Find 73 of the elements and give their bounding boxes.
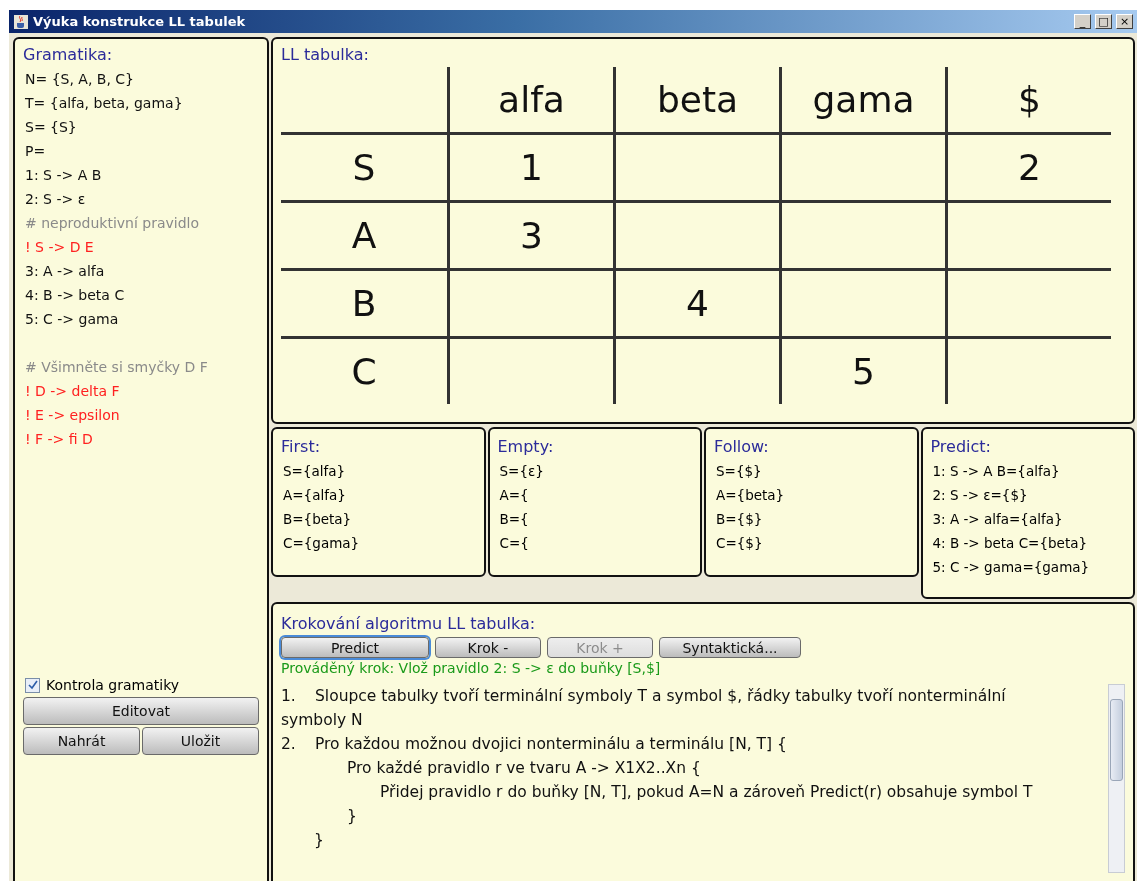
panel-title: Follow: bbox=[714, 437, 770, 456]
column-header: $ bbox=[945, 67, 1111, 132]
panel-title: Predict: bbox=[930, 437, 992, 456]
grammar-line: 2: S -> ε bbox=[24, 190, 87, 209]
grammar-error-rule: ! D -> delta F bbox=[24, 382, 121, 401]
grammar-line: 1: S -> A B bbox=[24, 166, 103, 185]
table-cell: 3 bbox=[447, 200, 613, 268]
grammar-error-rule: ! E -> epsilon bbox=[24, 406, 121, 425]
table-cell: 4 bbox=[613, 268, 779, 336]
set-line: S={ε} bbox=[498, 462, 545, 481]
set-line: 5: C -> gama={gama} bbox=[931, 558, 1091, 577]
set-line: S={$} bbox=[715, 462, 763, 481]
column-header: beta bbox=[613, 67, 779, 132]
step-button[interactable]: Syntaktická... bbox=[659, 637, 801, 658]
grammar-line: N= {S, A, B, C} bbox=[24, 70, 135, 89]
set-line: A={beta} bbox=[715, 486, 786, 505]
cup-icon bbox=[13, 13, 29, 30]
table-cell: 5 bbox=[779, 336, 945, 404]
column-header: gama bbox=[779, 67, 945, 132]
table-cell: 1 bbox=[447, 132, 613, 200]
row-header: B bbox=[281, 268, 447, 336]
set-line: B={ bbox=[498, 510, 530, 529]
panel-button[interactable]: Editovat bbox=[23, 697, 259, 725]
scrollbar[interactable] bbox=[1108, 684, 1125, 873]
grammar-line: 3: A -> alfa bbox=[24, 262, 106, 281]
closing-brace: } bbox=[346, 806, 358, 827]
set-line: B={$} bbox=[715, 510, 764, 529]
panel-title: LL tabulka: bbox=[281, 45, 370, 64]
set-line: A={ bbox=[498, 486, 530, 505]
checkbox[interactable] bbox=[25, 677, 40, 693]
grammar-error-rule: ! S -> D E bbox=[24, 238, 95, 257]
set-line: S={alfa} bbox=[282, 462, 347, 481]
maximize-button[interactable]: □ bbox=[1095, 14, 1112, 29]
grammar-line: S= {S} bbox=[24, 118, 78, 137]
minimize-button[interactable]: _ bbox=[1074, 14, 1091, 29]
set-line: B={beta} bbox=[282, 510, 353, 529]
grammar-line: T= {alfa, beta, gama} bbox=[24, 94, 184, 113]
grammar-comment: # Všimněte si smyčky D F bbox=[24, 358, 209, 377]
panel-button[interactable]: Uložit bbox=[142, 727, 259, 755]
close-button[interactable]: × bbox=[1116, 14, 1133, 29]
checkbox-label: Kontrola gramatiky bbox=[46, 677, 180, 693]
table-cell: 2 bbox=[945, 132, 1111, 200]
row-header: S bbox=[281, 132, 447, 200]
panel-title: First: bbox=[281, 437, 322, 456]
grammar-comment: # neproduktivní pravidlo bbox=[24, 214, 201, 233]
grammar-line: 4: B -> beta C bbox=[24, 286, 126, 305]
grammar-line: 5: C -> gama bbox=[24, 310, 120, 329]
step-text: 1. Sloupce tabulky tvoří terminální symboly T a symbol $, řádky tabulky tvoří nonterminální symboly N bbox=[281, 686, 1007, 731]
step-button[interactable]: Krok - bbox=[435, 637, 541, 658]
step-text: Přidej pravidlo r do buňky [N, T], pokud A=N a zároveň Predict(r) obsahuje symbol T bbox=[379, 782, 1034, 803]
grammar-line: P= bbox=[24, 142, 47, 161]
set-line: C={ bbox=[498, 534, 530, 553]
step-button[interactable]: Predict bbox=[281, 637, 429, 658]
set-line: 2: S -> ε={$} bbox=[931, 486, 1029, 505]
closing-brace: } bbox=[313, 830, 325, 851]
window-title: Výuka konstrukce LL tabulek bbox=[33, 14, 247, 29]
step-text: Pro každé pravidlo r ve tvaru A -> X1X2..Xn { bbox=[346, 758, 702, 779]
column-header: alfa bbox=[447, 67, 613, 132]
panel-title: Gramatika: bbox=[23, 45, 114, 64]
panel-button[interactable]: Nahrát bbox=[23, 727, 140, 755]
set-line: 1: S -> A B={alfa} bbox=[931, 462, 1061, 481]
set-line: C={gama} bbox=[282, 534, 361, 553]
panel-title: Krokování algoritmu LL tabulka: bbox=[281, 614, 537, 633]
grammar-error-rule: ! F -> fi D bbox=[24, 430, 94, 449]
set-line: C={$} bbox=[715, 534, 764, 553]
panel-title: Empty: bbox=[497, 437, 555, 456]
row-header: C bbox=[281, 336, 447, 404]
step-text: 2. Pro každou možnou dvojici nonterminálu a terminálu [N, T] { bbox=[281, 734, 788, 755]
current-step: Prováděný krok: Vlož pravidlo 2: S -> ε do buňky [S,$] bbox=[281, 660, 1125, 676]
set-line: 3: A -> alfa={alfa} bbox=[931, 510, 1064, 529]
row-header: A bbox=[281, 200, 447, 268]
set-line: 4: B -> beta C={beta} bbox=[931, 534, 1089, 553]
set-line: A={alfa} bbox=[282, 486, 347, 505]
